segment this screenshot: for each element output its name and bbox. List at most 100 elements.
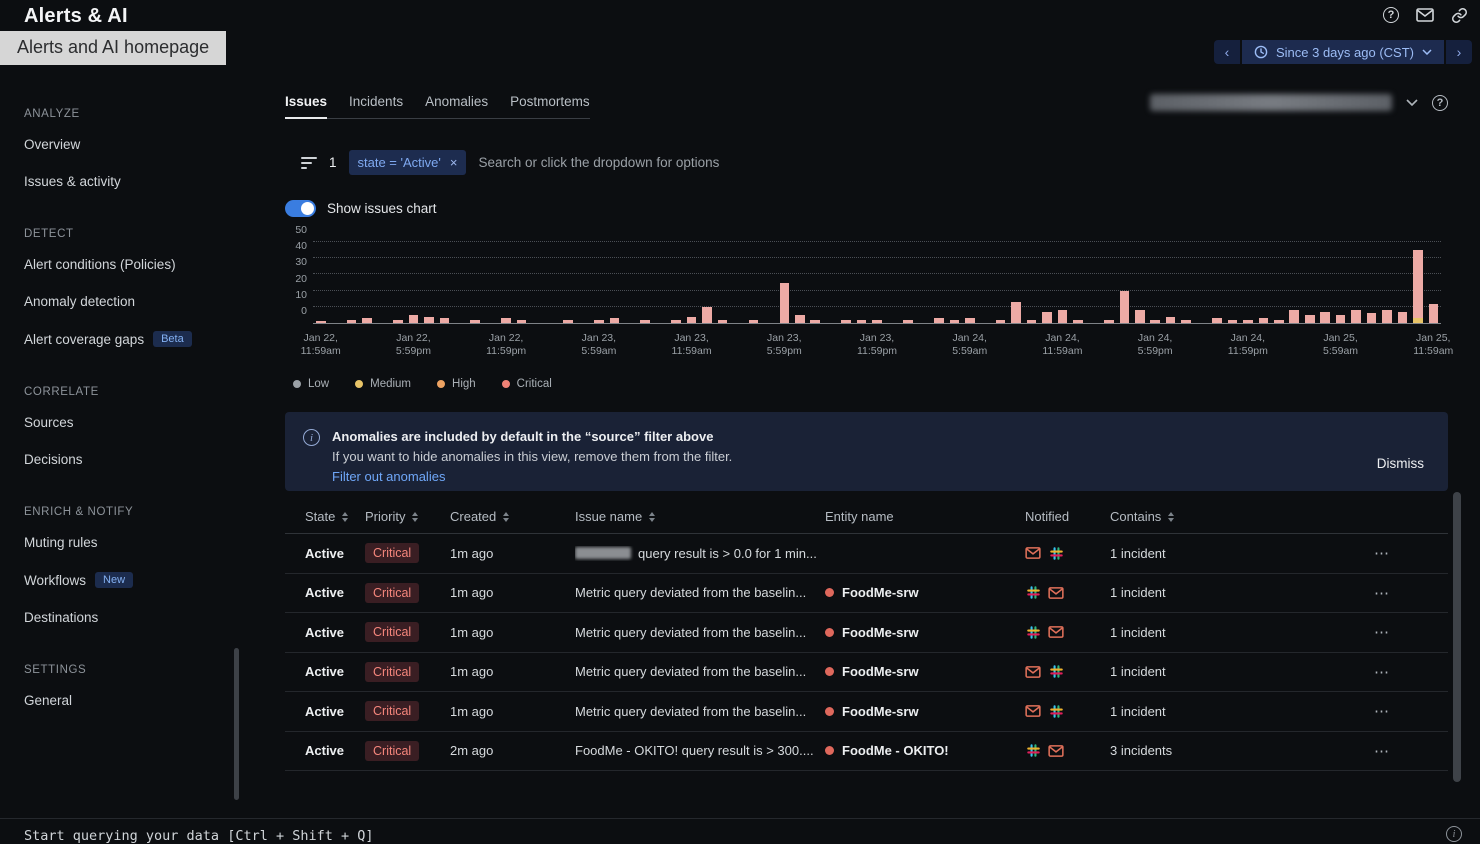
issue-count-bar[interactable] xyxy=(702,242,712,323)
time-range-selector[interactable]: Since 3 days ago (CST) xyxy=(1242,40,1444,64)
issue-count-bar[interactable] xyxy=(455,242,465,323)
issue-count-bar[interactable] xyxy=(919,242,929,323)
column-header-priority[interactable]: Priority xyxy=(365,509,450,524)
tab-issues[interactable]: Issues xyxy=(285,94,327,109)
filter-icon[interactable] xyxy=(301,157,317,169)
inbox-button[interactable] xyxy=(1414,4,1436,26)
issue-count-bar[interactable] xyxy=(1166,242,1176,323)
issue-count-bar[interactable] xyxy=(1320,242,1330,323)
issue-count-bar[interactable] xyxy=(1058,242,1068,323)
issue-count-bar[interactable] xyxy=(1197,242,1207,323)
query-bar[interactable]: Start querying your data [Ctrl + Shift +… xyxy=(0,818,1480,839)
sidebar-item-muting-rules[interactable]: Muting rules xyxy=(24,524,250,561)
sidebar-item-issues-activity[interactable]: Issues & activity xyxy=(24,163,250,200)
issue-count-bar[interactable] xyxy=(733,242,743,323)
entity-cell[interactable]: FoodMe - OKITO! xyxy=(825,743,1025,758)
issue-count-bar[interactable] xyxy=(1274,242,1284,323)
issue-count-bar[interactable] xyxy=(563,242,573,323)
filter-chip[interactable]: state = 'Active' × xyxy=(349,150,467,175)
issue-count-bar[interactable] xyxy=(501,242,511,323)
issue-count-bar[interactable] xyxy=(440,242,450,323)
issue-count-bar[interactable] xyxy=(764,242,774,323)
tab-postmortems[interactable]: Postmortems xyxy=(510,94,590,109)
issue-count-bar[interactable] xyxy=(1367,242,1377,323)
issue-count-bar[interactable] xyxy=(1259,242,1269,323)
issue-count-bar[interactable] xyxy=(1104,242,1114,323)
account-selector-redacted[interactable] xyxy=(1150,94,1392,111)
column-header-contains[interactable]: Contains xyxy=(1110,509,1230,524)
issue-count-bar[interactable] xyxy=(903,242,913,323)
table-row[interactable]: ActiveCritical1m agoMetric query deviate… xyxy=(285,574,1448,614)
sidebar-item-alert-coverage-gaps[interactable]: Alert coverage gapsBeta xyxy=(24,320,250,358)
issue-name-cell[interactable]: Metric query deviated from the baselin..… xyxy=(575,625,825,640)
issue-count-bar[interactable] xyxy=(548,242,558,323)
issue-count-bar[interactable] xyxy=(1073,242,1083,323)
issue-count-bar[interactable] xyxy=(347,242,357,323)
issue-count-bar[interactable] xyxy=(625,242,635,323)
issue-count-bar[interactable] xyxy=(594,242,604,323)
sidebar-item-overview[interactable]: Overview xyxy=(24,126,250,163)
issue-name-cell[interactable]: Metric query deviated from the baselin..… xyxy=(575,664,825,679)
issue-count-bar[interactable] xyxy=(1027,242,1037,323)
issue-count-bar[interactable] xyxy=(331,242,341,323)
row-menu-button[interactable]: ⋯ xyxy=(1374,702,1448,720)
issue-count-bar[interactable] xyxy=(1212,242,1222,323)
issue-count-bar[interactable] xyxy=(1289,242,1299,323)
chip-close-icon[interactable]: × xyxy=(450,155,458,170)
issue-count-bar[interactable] xyxy=(1413,242,1423,323)
issue-count-bar[interactable] xyxy=(517,242,527,323)
issue-count-bar[interactable] xyxy=(1382,242,1392,323)
row-menu-button[interactable]: ⋯ xyxy=(1374,584,1448,602)
issue-count-bar[interactable] xyxy=(718,242,728,323)
sidebar-item-anomaly-detection[interactable]: Anomaly detection xyxy=(24,283,250,320)
issue-count-bar[interactable] xyxy=(857,242,867,323)
issue-count-bar[interactable] xyxy=(1120,242,1130,323)
sidebar-item-alert-conditions-policies[interactable]: Alert conditions (Policies) xyxy=(24,246,250,283)
issue-name-cell[interactable]: FoodMe - OKITO! query result is > 300...… xyxy=(575,743,825,758)
sidebar-item-sources[interactable]: Sources xyxy=(24,404,250,441)
row-menu-button[interactable]: ⋯ xyxy=(1374,623,1448,641)
table-scrollbar[interactable] xyxy=(1453,492,1461,782)
issue-count-bar[interactable] xyxy=(1181,242,1191,323)
issue-count-bar[interactable] xyxy=(1398,242,1408,323)
issue-count-bar[interactable] xyxy=(841,242,851,323)
legend-item-low[interactable]: Low xyxy=(293,378,329,390)
issues-help-icon[interactable]: ? xyxy=(1432,95,1448,111)
issue-count-bar[interactable] xyxy=(1429,242,1439,323)
show-issues-chart-toggle[interactable] xyxy=(285,200,316,217)
sidebar-scrollbar[interactable] xyxy=(234,648,239,800)
table-row[interactable]: ActiveCritical1m agoMetric query deviate… xyxy=(285,613,1448,653)
help-button[interactable]: ? xyxy=(1380,4,1402,26)
issue-count-bar[interactable] xyxy=(610,242,620,323)
share-link-button[interactable] xyxy=(1448,4,1470,26)
issue-count-bar[interactable] xyxy=(810,242,820,323)
issue-count-bar[interactable] xyxy=(780,242,790,323)
issue-count-bar[interactable] xyxy=(749,242,759,323)
issue-count-bar[interactable] xyxy=(378,242,388,323)
chevron-down-icon[interactable] xyxy=(1406,99,1418,106)
sidebar-item-decisions[interactable]: Decisions xyxy=(24,441,250,478)
issue-count-bar[interactable] xyxy=(362,242,372,323)
issue-count-bar[interactable] xyxy=(1011,242,1021,323)
issue-count-bar[interactable] xyxy=(1228,242,1238,323)
issue-count-bar[interactable] xyxy=(532,242,542,323)
issue-name-cell[interactable]: query result is > 0.0 for 1 min... xyxy=(575,546,825,561)
issue-count-bar[interactable] xyxy=(795,242,805,323)
issue-count-bar[interactable] xyxy=(996,242,1006,323)
sort-icon[interactable] xyxy=(412,512,418,522)
issue-count-bar[interactable] xyxy=(950,242,960,323)
column-header-state[interactable]: State xyxy=(285,509,365,524)
issue-count-bar[interactable] xyxy=(888,242,898,323)
row-menu-button[interactable]: ⋯ xyxy=(1374,544,1448,562)
issue-count-bar[interactable] xyxy=(980,242,990,323)
issue-count-bar[interactable] xyxy=(1150,242,1160,323)
issue-count-bar[interactable] xyxy=(470,242,480,323)
issue-count-bar[interactable] xyxy=(640,242,650,323)
sort-icon[interactable] xyxy=(503,512,509,522)
issue-count-bar[interactable] xyxy=(934,242,944,323)
query-bar-label[interactable]: Start querying your data [Ctrl + Shift +… xyxy=(24,828,374,844)
issue-count-bar[interactable] xyxy=(1351,242,1361,323)
filter-out-anomalies-link[interactable]: Filter out anomalies xyxy=(332,467,445,487)
tab-incidents[interactable]: Incidents xyxy=(349,94,403,109)
entity-cell[interactable]: FoodMe-srw xyxy=(825,704,1025,719)
